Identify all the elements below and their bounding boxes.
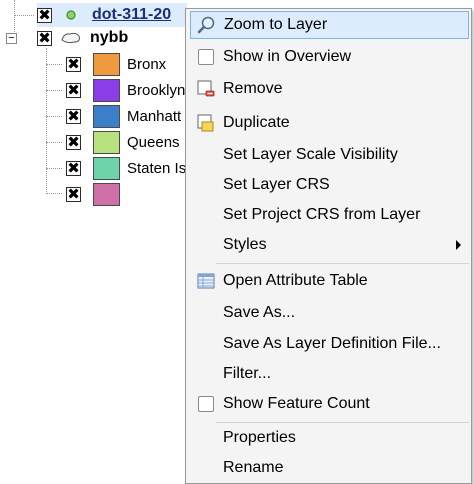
layer-group-row[interactable]: − ✖ nybb bbox=[6, 26, 186, 50]
menu-item-set-project-crs-from-layer[interactable]: Set Project CRS from Layer bbox=[190, 201, 469, 229]
class-label: Brooklyn bbox=[127, 81, 186, 99]
menu-item-filter[interactable]: Filter... bbox=[190, 360, 469, 388]
menu-item-save-as[interactable]: Save As... bbox=[190, 299, 469, 327]
color-swatch bbox=[93, 78, 120, 102]
tree-line bbox=[46, 64, 62, 65]
class-row[interactable]: ✖ Queens bbox=[66, 130, 180, 154]
class-label: Queens bbox=[127, 133, 180, 151]
show-in-overview-checkbox[interactable] bbox=[198, 49, 214, 65]
menu-item-properties[interactable]: Properties bbox=[190, 424, 469, 452]
menu-item-open-attribute-table[interactable]: Open Attribute Table bbox=[190, 267, 469, 295]
class-label: Manhatt bbox=[127, 107, 182, 125]
class-row[interactable]: ✖ bbox=[66, 182, 127, 206]
tree-line bbox=[46, 142, 62, 143]
polygon-layer-icon bbox=[61, 32, 80, 44]
class-checkbox[interactable]: ✖ bbox=[66, 108, 81, 124]
remove-layer-icon bbox=[196, 79, 216, 99]
group-visibility-checkbox[interactable]: ✖ bbox=[37, 30, 52, 46]
tree-line bbox=[46, 168, 62, 169]
submenu-arrow-icon bbox=[456, 240, 461, 250]
color-swatch bbox=[93, 52, 120, 76]
zoom-icon bbox=[197, 15, 217, 35]
class-checkbox[interactable]: ✖ bbox=[66, 186, 81, 202]
menu-separator bbox=[216, 422, 469, 423]
layer-visibility-checkbox[interactable]: ✖ bbox=[37, 7, 52, 23]
collapse-toggle[interactable]: − bbox=[6, 32, 17, 44]
show-feature-count-checkbox[interactable] bbox=[198, 396, 214, 412]
tree-line bbox=[46, 48, 47, 194]
layer-context-menu: Zoom to Layer Show in Overview Remove Du… bbox=[185, 8, 472, 484]
layer-row-dot-311[interactable]: ✖ dot-311-20 bbox=[37, 3, 187, 27]
color-swatch bbox=[93, 156, 120, 180]
class-row[interactable]: ✖ Manhatt bbox=[66, 104, 181, 128]
tree-line bbox=[46, 116, 62, 117]
menu-item-rename[interactable]: Rename bbox=[190, 454, 469, 482]
class-row[interactable]: ✖ Staten Is bbox=[66, 156, 186, 180]
menu-item-show-in-overview[interactable]: Show in Overview bbox=[190, 43, 469, 71]
color-swatch bbox=[93, 182, 120, 206]
menu-item-duplicate[interactable]: Duplicate bbox=[190, 109, 469, 137]
class-row[interactable]: ✖ Bronx bbox=[66, 52, 166, 76]
class-checkbox[interactable]: ✖ bbox=[66, 56, 81, 72]
duplicate-layer-icon bbox=[196, 113, 216, 133]
menu-item-save-as-layer-definition[interactable]: Save As Layer Definition File... bbox=[190, 330, 469, 358]
color-swatch bbox=[93, 130, 120, 154]
class-label: Staten Is bbox=[127, 159, 187, 177]
tree-line bbox=[14, 15, 34, 16]
attribute-table-icon bbox=[196, 271, 216, 291]
class-checkbox[interactable]: ✖ bbox=[66, 134, 81, 150]
tree-line bbox=[46, 193, 62, 194]
menu-item-set-layer-scale-visibility[interactable]: Set Layer Scale Visibility bbox=[190, 141, 469, 169]
menu-separator bbox=[216, 263, 469, 264]
color-swatch bbox=[93, 104, 120, 128]
tree-line bbox=[46, 90, 62, 91]
class-checkbox[interactable]: ✖ bbox=[66, 82, 81, 98]
class-label: Bronx bbox=[127, 55, 167, 73]
menu-item-styles[interactable]: Styles bbox=[190, 231, 469, 259]
menu-item-set-layer-crs[interactable]: Set Layer CRS bbox=[190, 171, 469, 199]
class-row[interactable]: ✖ Brooklyn bbox=[66, 78, 185, 102]
point-layer-icon bbox=[66, 10, 76, 20]
group-name[interactable]: nybb bbox=[90, 29, 128, 47]
menu-item-show-feature-count[interactable]: Show Feature Count bbox=[190, 390, 469, 418]
layer-name[interactable]: dot-311-20 bbox=[92, 6, 171, 24]
menu-item-zoom-to-layer[interactable]: Zoom to Layer bbox=[190, 11, 469, 39]
menu-item-remove[interactable]: Remove bbox=[190, 75, 469, 103]
class-checkbox[interactable]: ✖ bbox=[66, 160, 81, 176]
